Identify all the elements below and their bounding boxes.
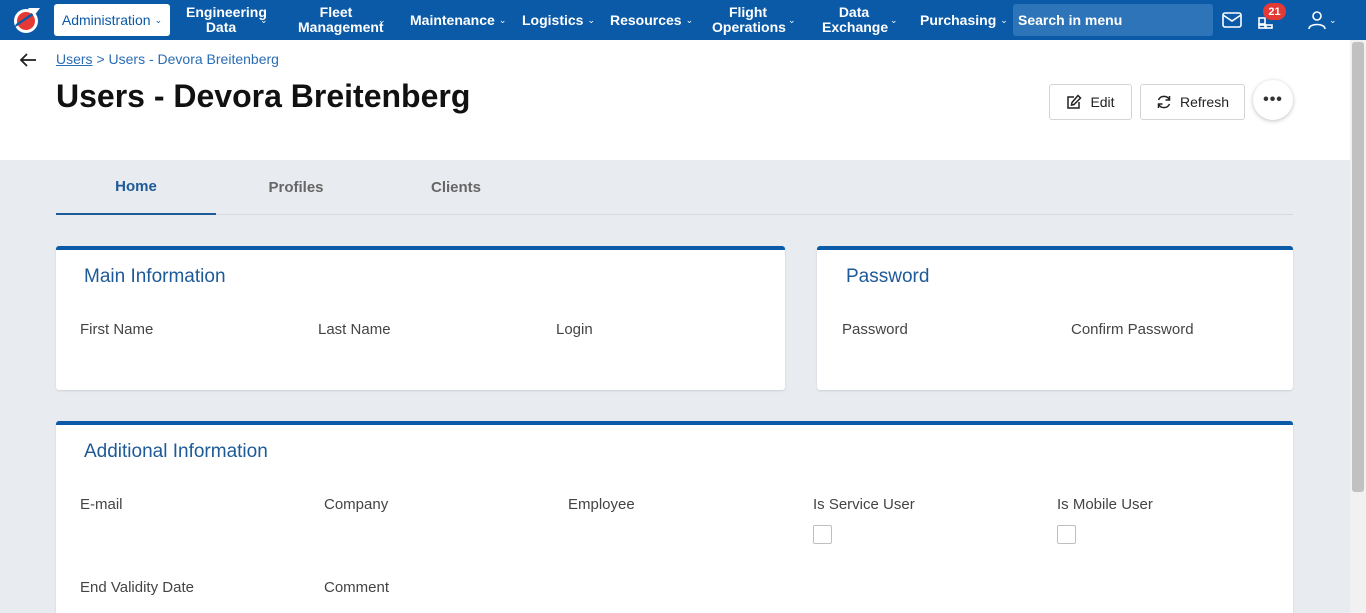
chevron-down-icon: ⌄	[378, 14, 386, 25]
chevron-down-icon: ⌄	[788, 14, 796, 25]
breadcrumb: Users > Users - Devora Breitenberg	[56, 51, 279, 67]
service-user-label: Is Service User	[813, 496, 915, 513]
chevron-down-icon: ⌄	[587, 14, 596, 25]
password-label: Password	[842, 321, 908, 338]
tab-profiles[interactable]: Profiles	[216, 160, 376, 215]
top-nav-bar: Administration ⌄ Engineering Data ⌄ Flee…	[0, 0, 1366, 40]
password-title: Password	[846, 266, 930, 287]
notification-badge: 21	[1263, 3, 1286, 20]
breadcrumb-users-link[interactable]: Users	[56, 51, 93, 67]
page-title: Users - Devora Breitenberg	[56, 78, 471, 114]
mobile-user-checkbox[interactable]	[1057, 525, 1076, 544]
mail-icon[interactable]	[1220, 8, 1244, 32]
nav-maintenance[interactable]: Maintenance ⌄	[410, 0, 506, 40]
login-label: Login	[556, 321, 593, 338]
app-logo-icon[interactable]	[10, 4, 42, 36]
first-name-label: First Name	[80, 321, 154, 338]
edit-icon	[1067, 94, 1082, 109]
additional-information-card: Additional Information E-mail Company Em…	[56, 421, 1293, 613]
nav-engineering-data[interactable]: Engineering Data ⌄	[186, 0, 268, 40]
more-options-button[interactable]: •••	[1253, 80, 1293, 120]
breadcrumb-current: Users - Devora Breitenberg	[108, 51, 279, 67]
chevron-down-icon: ⌄	[498, 14, 507, 25]
chevron-down-icon: ⌄	[154, 14, 163, 25]
service-user-checkbox[interactable]	[813, 525, 832, 544]
nav-fleet-management[interactable]: Fleet Management ⌄	[298, 0, 386, 40]
chevron-down-icon: ⌄	[685, 14, 694, 25]
chevron-down-icon: ⌄	[1000, 14, 1008, 25]
edit-button[interactable]: Edit	[1049, 84, 1132, 120]
nav-logistics[interactable]: Logistics ⌄	[522, 0, 595, 40]
tab-bar: Home Profiles Clients	[56, 160, 1293, 215]
end-validity-date-label: End Validity Date	[80, 579, 194, 596]
company-label: Company	[324, 496, 389, 513]
main-information-title: Main Information	[84, 266, 226, 287]
user-icon[interactable]	[1305, 8, 1329, 32]
nav-administration[interactable]: Administration ⌄	[54, 4, 170, 36]
nav-flight-operations[interactable]: Flight Operations ⌄	[712, 0, 796, 40]
nav-data-exchange[interactable]: Data Exchange ⌄	[822, 0, 898, 40]
refresh-button[interactable]: Refresh	[1140, 84, 1245, 120]
chevron-down-icon: ⌄	[890, 14, 898, 25]
tab-clients[interactable]: Clients	[376, 160, 536, 215]
password-card: Password Password Confirm Password	[817, 246, 1293, 390]
confirm-password-label: Confirm Password	[1071, 321, 1194, 338]
main-information-card: Main Information First Name Last Name Lo…	[56, 246, 785, 390]
tab-home[interactable]: Home	[56, 160, 216, 215]
chevron-down-icon[interactable]: ⌄	[1329, 0, 1337, 40]
breadcrumb-separator: >	[96, 51, 105, 67]
last-name-label: Last Name	[318, 321, 391, 338]
back-arrow-icon[interactable]	[18, 51, 38, 69]
nav-purchasing[interactable]: Purchasing ⌄	[920, 0, 1008, 40]
email-label: E-mail	[80, 496, 123, 513]
additional-information-title: Additional Information	[84, 441, 268, 462]
refresh-icon	[1157, 95, 1171, 109]
comment-label: Comment	[324, 579, 390, 596]
nav-resources[interactable]: Resources ⌄	[610, 0, 693, 40]
employee-label: Employee	[568, 496, 635, 513]
chevron-down-icon: ⌄	[260, 14, 268, 25]
scrollbar-thumb[interactable]	[1352, 42, 1364, 492]
menu-search-input[interactable]: Search in menu	[1013, 4, 1213, 36]
mobile-user-label: Is Mobile User	[1057, 496, 1153, 513]
